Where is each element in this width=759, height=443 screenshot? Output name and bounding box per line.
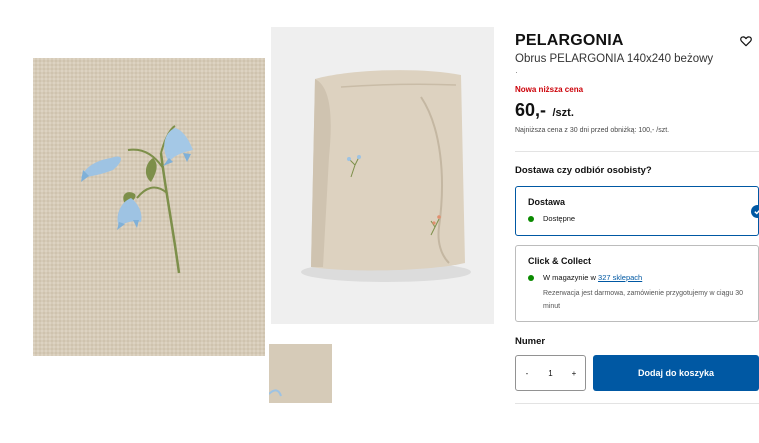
product-description: Obrus PELARGONIA 140x240 beżowy [515, 53, 714, 65]
store-count-link[interactable]: 327 sklepach [598, 273, 642, 282]
divider [515, 403, 759, 404]
add-to-cart-button[interactable]: Dodaj do koszyka [593, 355, 759, 391]
delivery-status-text: Dostępne [543, 214, 576, 223]
bluebell-embroidery-image [33, 58, 265, 356]
delivery-status: Dostępne [528, 214, 746, 224]
product-image-folded[interactable] [271, 27, 494, 324]
available-status-icon [528, 275, 534, 281]
price-amount: 60,- [515, 100, 547, 120]
fabric-thumbnail-image [269, 344, 332, 403]
product-name: PELARGONIA [515, 32, 624, 49]
delivery-option-title: Dostawa [528, 197, 566, 207]
click-collect-note: Rezerwacja jest darmowa, zamówienie przy… [543, 290, 743, 310]
click-collect-option-card[interactable]: Click & Collect W magazynie w 327 sklepa… [515, 245, 759, 322]
available-status-icon [528, 216, 534, 222]
heart-icon[interactable] [739, 34, 753, 48]
fulfillment-question: Dostawa czy odbiór osobisty? [515, 165, 652, 176]
folded-tablecloth-image [271, 27, 494, 324]
click-collect-status-text: W magazynie w 327 sklepach [543, 273, 642, 283]
price-unit: /szt. [552, 107, 574, 119]
price: 60,- /szt. [515, 99, 759, 124]
click-collect-title: Click & Collect [528, 256, 592, 266]
stock-prefix: W magazynie w [543, 273, 596, 282]
product-image-main[interactable] [33, 58, 265, 356]
decrement-button[interactable]: - [522, 369, 532, 378]
quantity-stepper[interactable]: - 1 + [515, 355, 586, 391]
lowest-price-note: Najniższa cena z 30 dni przed obniżką: 1… [515, 127, 670, 134]
checkmark-icon [751, 205, 759, 218]
purchase-row: - 1 + Dodaj do koszyka [515, 355, 759, 391]
quantity-value[interactable]: 1 [546, 369, 556, 378]
separator-dot: · [515, 67, 518, 77]
divider [515, 151, 759, 152]
click-collect-status: W magazynie w 327 sklepach [528, 273, 746, 283]
price-badge: Nowa niższa cena [515, 85, 584, 94]
delivery-option-card[interactable]: Dostawa Dostępne [515, 186, 759, 236]
increment-button[interactable]: + [569, 369, 579, 378]
product-thumbnail[interactable] [269, 344, 332, 403]
quantity-label: Numer [515, 336, 546, 347]
product-info-panel: PELARGONIA Obrus PELARGONIA 140x240 beżo… [515, 30, 759, 404]
